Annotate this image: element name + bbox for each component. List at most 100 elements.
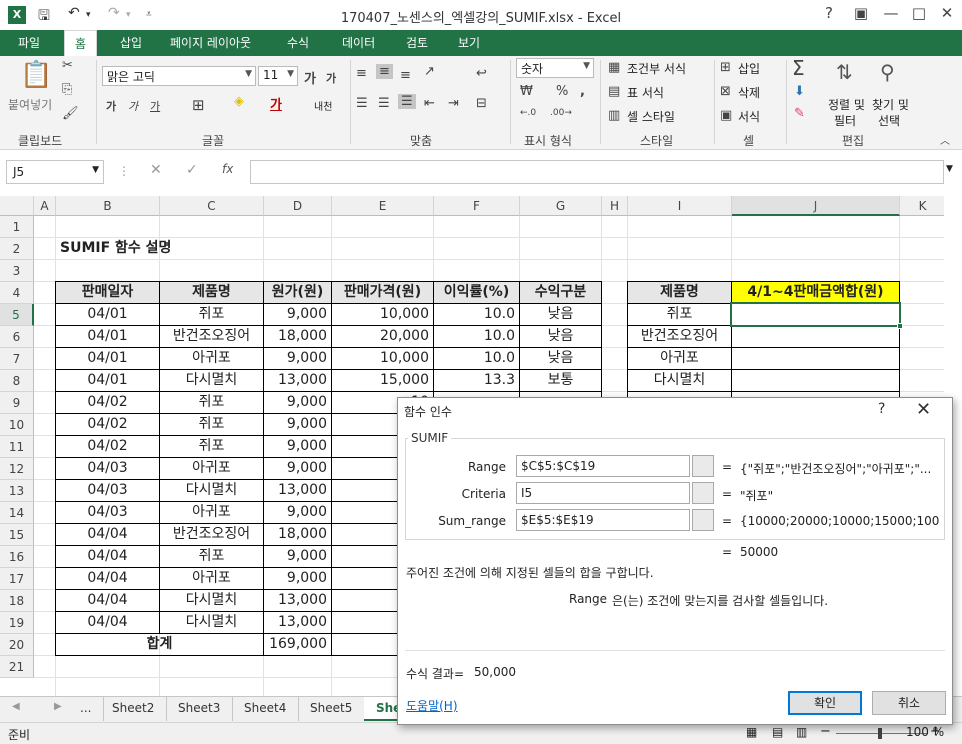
summary-total-cell[interactable] — [732, 326, 900, 348]
row-header-16[interactable]: 16 — [0, 546, 34, 568]
dialog-close-button[interactable]: ✕ — [916, 399, 931, 420]
delete-cells-button[interactable]: 삭제 — [738, 84, 760, 101]
table-cell[interactable]: 쥐포 — [160, 436, 264, 458]
sort-filter-icon[interactable]: ⇅ — [836, 60, 853, 84]
table-cell[interactable]: 다시멸치 — [160, 590, 264, 612]
row-header-19[interactable]: 19 — [0, 612, 34, 634]
align-left-icon[interactable]: ☰ — [356, 96, 368, 111]
row-header-12[interactable]: 12 — [0, 458, 34, 480]
table-cell[interactable]: 04/03 — [56, 502, 160, 524]
paste-icon[interactable]: 📋 — [20, 60, 52, 90]
help-button[interactable]: ? — [814, 4, 844, 22]
tab-page-layout[interactable]: 페이지 레이아웃 — [170, 34, 251, 51]
table-cell[interactable]: 10.0 — [434, 326, 520, 348]
insert-cells-button[interactable]: 삽입 — [738, 60, 760, 77]
expand-formula-icon[interactable]: ▼ — [946, 164, 953, 174]
table-cell[interactable]: 9,000 — [264, 348, 332, 370]
format-cells-icon[interactable]: ▣ — [720, 108, 732, 123]
dialog-help-button[interactable]: ? — [878, 401, 885, 417]
column-header-i[interactable]: I — [628, 196, 732, 216]
summary-total-cell[interactable] — [732, 370, 900, 392]
table-cell[interactable]: 04/04 — [56, 612, 160, 634]
border-icon[interactable]: ⊞ — [192, 96, 205, 114]
orientation-icon[interactable]: ↗ — [424, 64, 435, 79]
italic-icon[interactable]: 가 — [128, 98, 138, 114]
table-cell[interactable]: 9,000 — [264, 304, 332, 326]
table-header-cell[interactable]: 원가(원) — [264, 282, 332, 304]
align-center-icon[interactable]: ☰ — [378, 96, 390, 111]
summary-total-cell[interactable] — [732, 348, 900, 370]
sheet-tab-sheet3[interactable]: Sheet3 — [166, 697, 234, 721]
table-cell[interactable]: 반건조오징어 — [160, 524, 264, 546]
row-header-1[interactable]: 1 — [0, 216, 34, 238]
find-select-label-2[interactable]: 선택 — [878, 112, 900, 129]
name-box[interactable]: J5 ▼ — [6, 160, 104, 184]
table-cell[interactable]: 04/02 — [56, 414, 160, 436]
table-header-cell[interactable]: 수익구분 — [520, 282, 602, 304]
table-cell[interactable]: 18,000 — [264, 326, 332, 348]
table-cell[interactable]: 04/01 — [56, 348, 160, 370]
summary-product-cell[interactable]: 쥐포 — [628, 304, 732, 326]
total-cost[interactable]: 169,000 — [264, 634, 332, 656]
zoom-slider-thumb[interactable] — [878, 728, 882, 739]
table-cell[interactable]: 쥐포 — [160, 392, 264, 414]
row-header-3[interactable]: 3 — [0, 260, 34, 282]
bold-icon[interactable]: 가 — [106, 98, 116, 114]
table-cell[interactable]: 낮음 — [520, 326, 602, 348]
column-header-j[interactable]: J — [732, 196, 900, 216]
row-header-4[interactable]: 4 — [0, 282, 34, 304]
table-cell[interactable]: 다시멸치 — [160, 480, 264, 502]
summary-header-product[interactable]: 제품명 — [628, 282, 732, 304]
table-cell[interactable]: 보통 — [520, 370, 602, 392]
sort-filter-label-1[interactable]: 정렬 및 — [828, 96, 865, 113]
decrease-font-icon[interactable]: 가 — [326, 70, 336, 86]
cancel-button[interactable]: 취소 — [872, 691, 946, 715]
row-header-17[interactable]: 17 — [0, 568, 34, 590]
table-cell[interactable]: 04/02 — [56, 392, 160, 414]
formula-input[interactable] — [250, 160, 944, 184]
criteria-collapse-icon[interactable] — [692, 482, 714, 504]
table-cell[interactable]: 아귀포 — [160, 348, 264, 370]
column-header-e[interactable]: E — [332, 196, 434, 216]
merge-center-icon[interactable]: ⊟ — [476, 96, 487, 111]
column-header-d[interactable]: D — [264, 196, 332, 216]
table-cell[interactable]: 9,000 — [264, 458, 332, 480]
table-cell[interactable]: 반건조오징어 — [160, 326, 264, 348]
format-as-table-button[interactable]: 표 서식 — [627, 84, 664, 101]
align-bottom-icon[interactable]: ≡ — [400, 68, 411, 83]
table-cell[interactable]: 아귀포 — [160, 458, 264, 480]
font-color-icon[interactable]: 가 — [270, 94, 282, 113]
accounting-icon[interactable]: ₩ — [520, 84, 533, 99]
table-cell[interactable]: 9,000 — [264, 414, 332, 436]
table-cell[interactable]: 다시멸치 — [160, 370, 264, 392]
table-cell[interactable]: 13,000 — [264, 370, 332, 392]
comma-icon[interactable]: , — [580, 84, 585, 99]
range-collapse-icon[interactable] — [692, 455, 714, 477]
page-break-view-icon[interactable]: ▥ — [796, 725, 807, 739]
row-header-13[interactable]: 13 — [0, 480, 34, 502]
column-header-b[interactable]: B — [56, 196, 160, 216]
column-header-c[interactable]: C — [160, 196, 264, 216]
row-header-11[interactable]: 11 — [0, 436, 34, 458]
insert-cells-icon[interactable]: ⊞ — [720, 60, 731, 75]
table-header-cell[interactable]: 이익률(%) — [434, 282, 520, 304]
phonetic-button[interactable]: 내천 — [314, 98, 332, 113]
decrease-decimal-icon[interactable]: .00→ — [550, 108, 572, 118]
table-cell[interactable]: 04/04 — [56, 546, 160, 568]
clear-icon[interactable]: ✎ — [794, 106, 805, 121]
column-header-g[interactable]: G — [520, 196, 602, 216]
page-layout-view-icon[interactable]: ▤ — [772, 725, 783, 739]
summary-header-total[interactable]: 4/1~4판매금액합(원) — [732, 282, 900, 304]
tab-view[interactable]: 보기 — [458, 34, 480, 51]
conditional-format-icon[interactable]: ▦ — [608, 60, 620, 75]
cell-styles-icon[interactable]: ▥ — [608, 108, 620, 123]
table-cell[interactable]: 쥐포 — [160, 304, 264, 326]
table-header-cell[interactable]: 판매가격(원) — [332, 282, 434, 304]
row-header-20[interactable]: 20 — [0, 634, 34, 656]
number-format-combo[interactable]: 숫자 ▼ — [516, 58, 594, 78]
sheet-tab-sheet5[interactable]: Sheet5 — [298, 697, 366, 721]
table-cell[interactable]: 04/03 — [56, 480, 160, 502]
row-header-8[interactable]: 8 — [0, 370, 34, 392]
help-link[interactable]: 도움말(H) — [406, 697, 458, 714]
maximize-button[interactable]: □ — [904, 4, 934, 22]
